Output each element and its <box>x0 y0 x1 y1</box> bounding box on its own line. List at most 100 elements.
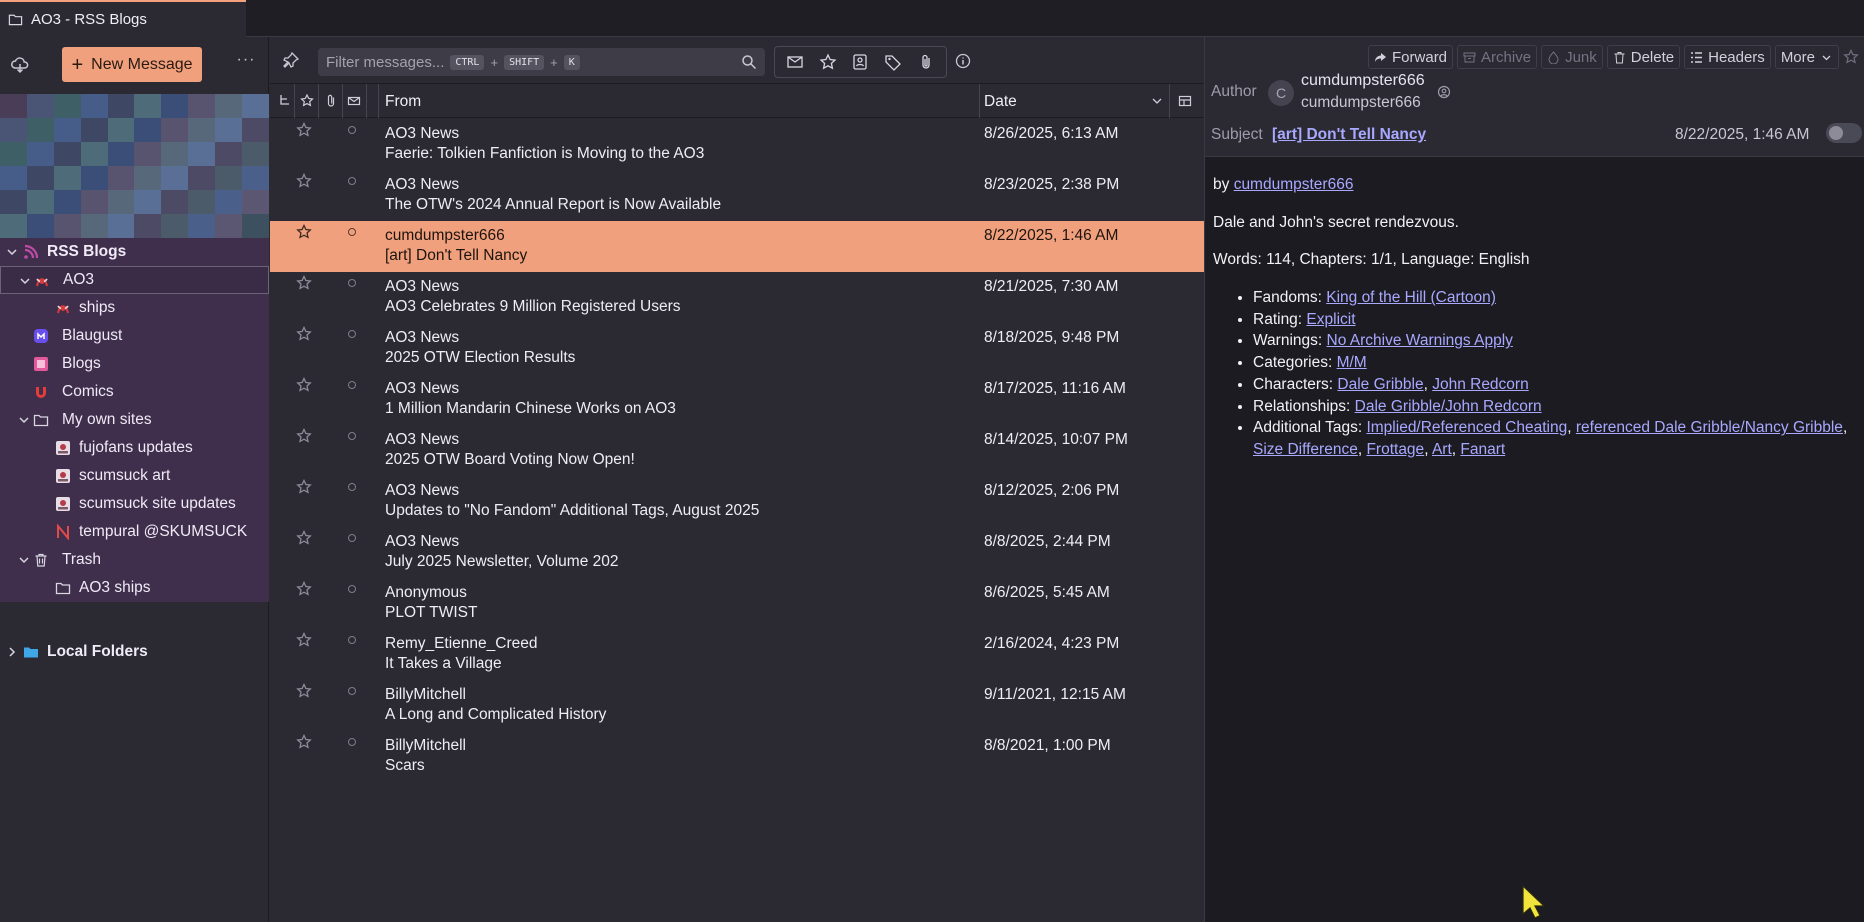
folder-tempural-skumsuck[interactable]: tempural @SKUMSUCK <box>0 518 269 546</box>
thread-column-icon[interactable] <box>278 94 292 108</box>
info-icon[interactable] <box>955 53 971 69</box>
read-status-icon[interactable] <box>348 381 356 389</box>
read-status-icon[interactable] <box>348 534 356 542</box>
message-row[interactable]: AO3 News 1 Million Mandarin Chinese Works… <box>270 374 1204 425</box>
headers-button[interactable]: Headers <box>1684 45 1771 69</box>
message-row[interactable]: Anonymous PLOT TWIST 8/6/2025, 5:45 AM <box>270 578 1204 629</box>
chevron-down-icon[interactable] <box>18 414 30 426</box>
unread-filter-icon[interactable] <box>786 53 804 71</box>
column-picker-icon[interactable] <box>1178 94 1192 108</box>
message-row[interactable]: AO3 News Updates to "No Fandom" Additiona… <box>270 476 1204 527</box>
author-link[interactable]: cumdumpster666 <box>1234 176 1354 193</box>
folder-trash[interactable]: Trash <box>0 546 269 574</box>
column-date[interactable]: Date <box>984 93 1017 111</box>
star-icon[interactable] <box>296 683 312 699</box>
message-row[interactable]: cumdumpster666 [art] Don't Tell Nancy 8/22… <box>270 221 1204 272</box>
message-row[interactable]: AO3 News Faerie: Tolkien Fanfiction is Mo… <box>270 119 1204 170</box>
remote-content-toggle[interactable] <box>1826 123 1862 143</box>
tag-filter-icon[interactable] <box>884 53 902 71</box>
message-row[interactable]: AO3 News AO3 Celebrates 9 Million Registe… <box>270 272 1204 323</box>
message-row[interactable]: BillyMitchell Scars 8/8/2021, 1:00 PM <box>270 731 1204 782</box>
star-icon[interactable] <box>296 530 312 546</box>
folder-local-folders[interactable]: Local Folders <box>0 638 269 666</box>
folder-scumsuck-art[interactable]: scumsuck art <box>0 462 269 490</box>
folder-pane-menu-button[interactable]: ··· <box>236 51 256 75</box>
folder-my-own-sites[interactable]: My own sites <box>0 406 269 434</box>
message-row[interactable]: AO3 News July 2025 Newsletter, Volume 202… <box>270 527 1204 578</box>
column-from[interactable]: From <box>385 93 421 111</box>
delete-button[interactable]: Delete <box>1606 45 1681 69</box>
contact-filter-icon[interactable] <box>851 53 869 71</box>
tag-link[interactable]: Art <box>1432 441 1452 458</box>
tag-link[interactable]: Dale Gribble <box>1337 376 1423 393</box>
starred-filter-icon[interactable] <box>819 53 837 71</box>
star-icon[interactable] <box>296 428 312 444</box>
junk-button[interactable]: Junk <box>1541 45 1603 69</box>
folder-comics[interactable]: Comics <box>0 378 269 406</box>
folder-ships[interactable]: ships <box>0 294 269 322</box>
author-email[interactable]: cumdumpster666 <box>1301 94 1421 112</box>
chevron-right-icon[interactable] <box>6 646 18 658</box>
read-status-icon[interactable] <box>348 483 356 491</box>
read-status-icon[interactable] <box>348 126 356 134</box>
forward-button[interactable]: Forward <box>1368 45 1454 69</box>
archive-button[interactable]: Archive <box>1457 45 1538 69</box>
folder-blaugust[interactable]: Blaugust <box>0 322 269 350</box>
tag-link[interactable]: No Archive Warnings Apply <box>1327 332 1513 349</box>
folder-ao3[interactable]: AO3 <box>0 266 269 294</box>
filter-messages-input[interactable]: Filter messages... CTRL + SHIFT + K <box>318 48 765 76</box>
read-status-icon[interactable] <box>348 177 356 185</box>
read-status-icon[interactable] <box>348 228 356 236</box>
star-icon[interactable] <box>296 122 312 138</box>
message-row[interactable]: BillyMitchell A Long and Complicated Hist… <box>270 680 1204 731</box>
chevron-down-icon[interactable] <box>18 554 30 566</box>
message-row[interactable]: AO3 News 2025 OTW Election Results 8/18/20… <box>270 323 1204 374</box>
attachment-filter-icon[interactable] <box>917 53 935 71</box>
star-icon[interactable] <box>296 173 312 189</box>
tag-link[interactable]: M/M <box>1337 354 1367 371</box>
star-icon[interactable] <box>296 479 312 495</box>
chevron-down-icon[interactable] <box>19 275 31 287</box>
tag-link[interactable]: King of the Hill (Cartoon) <box>1326 289 1496 306</box>
read-status-column-icon[interactable] <box>347 94 361 108</box>
tab-ao3-rss-blogs[interactable]: AO3 - RSS Blogs <box>0 0 246 37</box>
tag-link[interactable]: referenced Dale Gribble/Nancy Gribble <box>1576 419 1843 436</box>
more-button[interactable]: More <box>1774 45 1839 69</box>
contact-menu-icon[interactable] <box>1437 85 1451 99</box>
star-icon[interactable] <box>296 632 312 648</box>
read-status-icon[interactable] <box>348 585 356 593</box>
attachment-column-icon[interactable] <box>324 94 338 108</box>
read-status-icon[interactable] <box>348 330 356 338</box>
message-row[interactable]: AO3 News 2025 OTW Board Voting Now Open! 8… <box>270 425 1204 476</box>
read-status-icon[interactable] <box>348 738 356 746</box>
read-status-icon[interactable] <box>348 687 356 695</box>
tag-link[interactable]: Fanart <box>1460 441 1505 458</box>
tag-link[interactable]: Explicit <box>1306 311 1355 328</box>
pin-filter-icon[interactable] <box>282 51 300 69</box>
folder-blogs[interactable]: Blogs <box>0 350 269 378</box>
star-icon[interactable] <box>296 275 312 291</box>
star-icon[interactable] <box>296 377 312 393</box>
read-status-icon[interactable] <box>348 636 356 644</box>
get-messages-icon[interactable] <box>10 55 30 75</box>
star-icon[interactable] <box>296 326 312 342</box>
message-row[interactable]: AO3 News The OTW's 2024 Annual Report is … <box>270 170 1204 221</box>
tag-link[interactable]: Size Difference <box>1253 441 1358 458</box>
tag-link[interactable]: Frottage <box>1366 441 1424 458</box>
chevron-down-icon[interactable] <box>6 246 18 258</box>
folder-fujofans-updates[interactable]: fujofans updates <box>0 434 269 462</box>
star-icon[interactable] <box>296 224 312 240</box>
star-icon[interactable] <box>296 581 312 597</box>
tag-link[interactable]: John Redcorn <box>1432 376 1529 393</box>
tag-link[interactable]: Implied/Referenced Cheating <box>1366 419 1567 436</box>
author-name[interactable]: cumdumpster666 <box>1301 72 1425 90</box>
star-message-icon[interactable] <box>1843 45 1861 69</box>
tag-link[interactable]: Dale Gribble/John Redcorn <box>1355 398 1542 415</box>
new-message-button[interactable]: + New Message <box>62 47 202 82</box>
sort-descending-icon[interactable] <box>1152 96 1162 106</box>
read-status-icon[interactable] <box>348 279 356 287</box>
star-icon[interactable] <box>296 734 312 750</box>
folder-scumsuck-site-updates[interactable]: scumsuck site updates <box>0 490 269 518</box>
message-row[interactable]: Remy_Etienne_Creed It Takes a Village 2/16… <box>270 629 1204 680</box>
subject-link[interactable]: [art] Don't Tell Nancy <box>1272 126 1426 144</box>
